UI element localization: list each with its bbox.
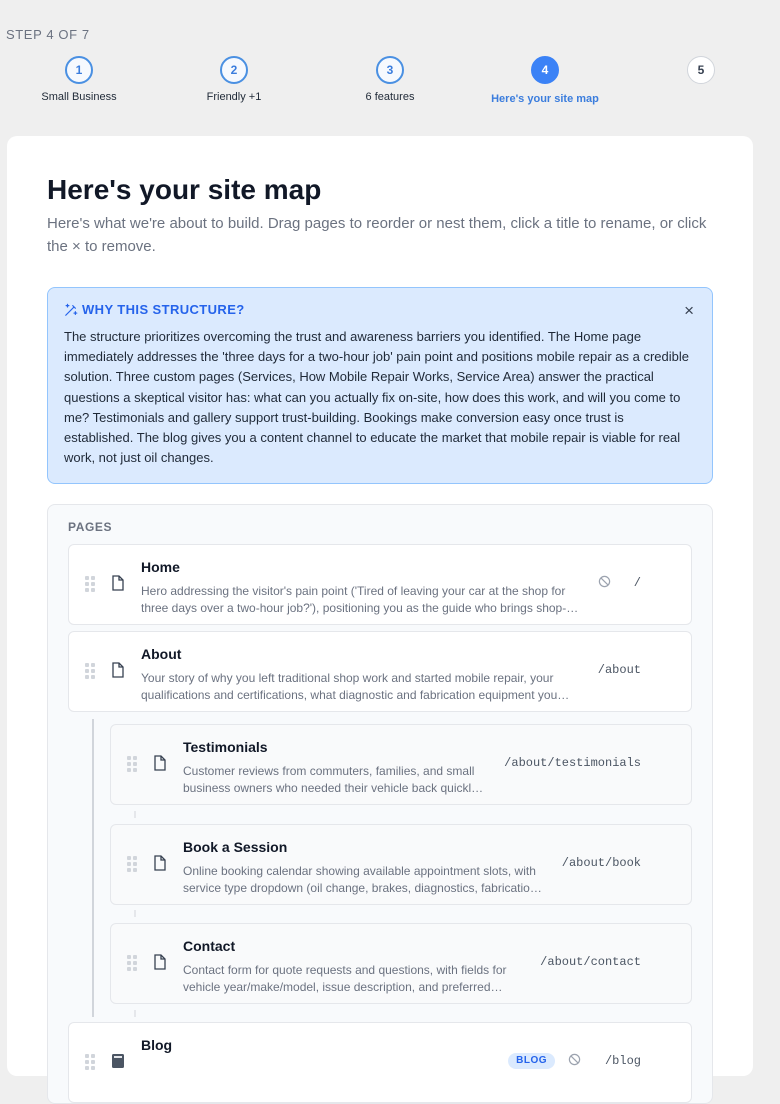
step-2-number: 2	[220, 56, 248, 84]
drag-handle-icon[interactable]	[127, 756, 137, 772]
why-structure-title: WHY THIS STRUCTURE?	[82, 302, 245, 317]
page-title: Here's your site map	[47, 174, 322, 205]
page-icon	[154, 855, 166, 871]
hide-page-icon[interactable]	[598, 575, 611, 588]
page-icon	[112, 662, 124, 678]
page-subtitle: Here's what we're about to build. Drag p…	[47, 215, 707, 255]
page-title-book-a-session[interactable]: Book a Session	[183, 839, 287, 855]
page-description: Hero addressing the visitor's pain point…	[141, 584, 567, 615]
page-icon	[154, 954, 166, 970]
step-4-label: Here's your site map	[491, 93, 599, 105]
step-3-number: 3	[376, 56, 404, 84]
step-1-label: Small Business	[41, 91, 117, 103]
close-icon[interactable]: ×	[684, 302, 694, 320]
page-title-blog[interactable]: Blog	[141, 1037, 172, 1053]
page-title-home[interactable]: Home	[141, 559, 180, 575]
page-title-contact[interactable]: Contact	[183, 938, 235, 954]
page-item-blog[interactable]: Blog BLOG /blog	[68, 1022, 692, 1103]
page-icon	[154, 755, 166, 771]
drop-zone-marker	[134, 910, 136, 917]
page-description: Your story of why you left traditional s…	[141, 671, 558, 702]
page-title-about[interactable]: About	[141, 646, 181, 662]
page-title-testimonials[interactable]: Testimonials	[183, 739, 268, 755]
page-item-about[interactable]: About Your story of why you left traditi…	[68, 631, 692, 712]
drop-zone-marker	[134, 811, 136, 818]
step-5-number: 5	[687, 56, 715, 84]
page-path: /about/contact	[540, 955, 641, 969]
page-path: /about	[597, 663, 641, 677]
step-indicator: STEP 4 OF 7	[6, 27, 90, 42]
pages-tree: PAGES Home Hero addressing the visitor's…	[47, 504, 713, 1104]
step-4[interactable]: 4 Here's your site map	[470, 56, 620, 105]
page-item-book-a-session[interactable]: Book a Session Online booking calendar s…	[110, 824, 692, 905]
wizard-stepper: 1 Small Business 2 Friendly +1 3 6 featu…	[0, 56, 780, 116]
magic-wand-icon	[65, 303, 78, 316]
page-icon	[112, 575, 124, 591]
page-item-contact[interactable]: Contact Contact form for quote requests …	[110, 923, 692, 1004]
page-description: Customer reviews from commuters, familie…	[183, 764, 478, 795]
blog-badge: BLOG	[508, 1053, 555, 1069]
page-item-testimonials[interactable]: Testimonials Customer reviews from commu…	[110, 724, 692, 805]
step-5[interactable]: 5	[626, 56, 776, 84]
page-path: /about/testimonials	[504, 756, 641, 770]
page-path: /about/book	[561, 856, 641, 870]
drag-handle-icon[interactable]	[85, 663, 95, 679]
step-2-label: Friendly +1	[206, 91, 262, 103]
page-path: /	[633, 576, 641, 590]
why-structure-panel: WHY THIS STRUCTURE? × The structure prio…	[47, 287, 713, 484]
drag-handle-icon[interactable]	[127, 856, 137, 872]
page-item-home[interactable]: Home Hero addressing the visitor's pain …	[68, 544, 692, 625]
page-description: Contact form for quote requests and ques…	[183, 963, 507, 994]
step-4-number: 4	[531, 56, 559, 84]
why-structure-body: The structure prioritizes overcoming the…	[64, 329, 689, 466]
page-description: Online booking calendar showing availabl…	[183, 864, 541, 895]
site-map-card: Here's your site map Here's what we're a…	[7, 136, 753, 1104]
drag-handle-icon[interactable]	[85, 1054, 95, 1070]
step-3-label: 6 features	[365, 91, 415, 103]
step-1[interactable]: 1 Small Business	[4, 56, 154, 103]
drop-zone-marker	[134, 1010, 136, 1017]
step-3[interactable]: 3 6 features	[315, 56, 465, 103]
page-path: /blog	[604, 1054, 641, 1068]
step-1-number: 1	[65, 56, 93, 84]
drag-handle-icon[interactable]	[127, 955, 137, 971]
nesting-guide-line	[92, 719, 94, 1017]
step-2[interactable]: 2 Friendly +1	[159, 56, 309, 103]
drag-handle-icon[interactable]	[85, 576, 95, 592]
pages-label: PAGES	[68, 520, 113, 534]
blog-icon	[112, 1054, 124, 1068]
